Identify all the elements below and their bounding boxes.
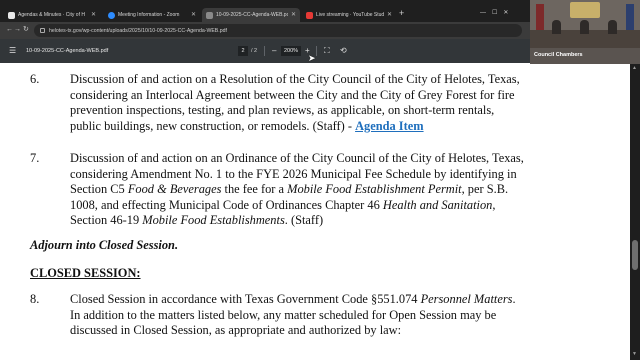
- tab-title: Meeting Information - Zoom: [118, 12, 180, 18]
- close-window-icon[interactable]: ✕: [503, 10, 508, 16]
- forward-icon[interactable]: →: [14, 25, 21, 35]
- mouse-cursor-icon: ➤: [308, 53, 316, 63]
- item-text-line: 1008, and effecting Municipal Code of Or…: [70, 198, 550, 214]
- council-member-figure: [580, 20, 589, 34]
- scrollbar-thumb[interactable]: [632, 240, 638, 270]
- council-member-figure: [608, 20, 617, 34]
- item-text-segment: , per S.B.: [461, 182, 509, 197]
- current-page-input[interactable]: 2: [238, 46, 248, 56]
- menu-icon[interactable]: ☰: [9, 46, 16, 56]
- item-text-line: considering Amendment No. 1 to the FYE 2…: [70, 166, 517, 181]
- item-text-line: Discussion of and action on an Ordinance…: [70, 151, 524, 165]
- minimize-icon[interactable]: —: [480, 10, 486, 16]
- toolbar-divider: [264, 46, 265, 56]
- tab-youtube-studio[interactable]: Live streaming · YouTube Stud ✕: [302, 8, 396, 22]
- item-text-line: discussed in Closed Session, as appropri…: [70, 323, 402, 338]
- toolbar-divider: [316, 46, 317, 56]
- close-icon[interactable]: ✕: [91, 12, 96, 18]
- council-member-figure: [552, 20, 561, 34]
- page-total: / 2: [251, 48, 258, 54]
- council-chambers-video[interactable]: Council Chambers: [530, 0, 640, 64]
- page-scrollbar-track[interactable]: [630, 64, 640, 360]
- city-favicon-icon: [8, 11, 15, 19]
- item-text-segment: Section C5: [70, 182, 128, 197]
- item-italic-text: Mobile Food Establishments: [142, 213, 285, 228]
- zoom-favicon-icon: [108, 11, 115, 19]
- rotate-icon[interactable]: ⟲: [340, 46, 347, 56]
- item-italic-text: Food & Beverages: [127, 182, 222, 197]
- agenda-item-7: Discussion of and action on an Ordinance…: [70, 151, 550, 229]
- back-icon[interactable]: ←: [6, 25, 13, 35]
- flag-icon: [536, 4, 544, 30]
- item-text-line: Closed Session in accordance with Texas …: [70, 292, 550, 308]
- zoom-out-icon[interactable]: –: [272, 46, 276, 56]
- flag-icon: [626, 4, 634, 30]
- item-italic-text: Health and Sanitation: [382, 197, 493, 212]
- reload-icon[interactable]: ↻: [23, 25, 29, 35]
- city-seal-image: [570, 2, 600, 18]
- tab-title: Agendas & Minutes · City of H: [18, 12, 85, 18]
- tab-agendas-minutes[interactable]: Agendas & Minutes · City of H ✕: [4, 8, 100, 22]
- tab-agenda-pdf[interactable]: 10-09-2025-CC-Agenda-WEB.pdf ✕: [202, 8, 300, 22]
- window-controls: — ☐ ✕: [480, 10, 508, 16]
- scroll-up-icon[interactable]: ▲: [632, 66, 637, 71]
- tab-title: 10-09-2025-CC-Agenda-WEB.pdf: [216, 12, 288, 18]
- item-text-segment: public buildings, new construction, or r…: [70, 118, 352, 133]
- item-text-line: Discussion of and action on a Resolution…: [70, 72, 520, 86]
- item-text-line: Section 46-19 Mobile Food Establishments…: [70, 213, 550, 229]
- item-text-segment: Closed Session in accordance with Texas …: [70, 292, 421, 306]
- item-text-segment: the fee for a: [221, 182, 288, 197]
- zoom-level-input[interactable]: 200%: [281, 46, 301, 56]
- url-text[interactable]: helotes-tx.gov/wp-content/uploads/2025/1…: [49, 28, 227, 34]
- close-icon[interactable]: ✕: [291, 12, 296, 18]
- item-number: 7.: [30, 151, 40, 165]
- item-text-line: prevention inspections, testing, and pla…: [70, 103, 495, 118]
- item-text-segment: Section 46-19: [70, 213, 143, 228]
- item-number: 6.: [30, 72, 40, 86]
- fit-page-icon[interactable]: ⛶: [324, 46, 330, 56]
- tab-zoom-meeting[interactable]: Meeting Information - Zoom ✕: [104, 8, 200, 22]
- adjourn-heading: Adjourn into Closed Session.: [30, 238, 179, 252]
- scroll-down-icon[interactable]: ▼: [632, 352, 637, 357]
- item-text-line: In addition to the matters listed below,…: [70, 307, 497, 322]
- item-text-segment: .: [512, 292, 516, 306]
- item-text-segment: ,: [492, 197, 496, 212]
- pdf-favicon-icon: [206, 11, 213, 19]
- item-text-segment: 1008, and effecting Municipal Code of Or…: [70, 197, 383, 212]
- agenda-item-link[interactable]: Agenda Item: [355, 119, 424, 133]
- tab-title: Live streaming · YouTube Stud: [316, 12, 384, 18]
- item-text-line: public buildings, new construction, or r…: [70, 119, 550, 135]
- item-italic-text: Mobile Food Establishment Permit: [287, 182, 462, 197]
- agenda-item-6: Discussion of and action on a Resolution…: [70, 72, 550, 134]
- closed-session-heading: CLOSED SESSION:: [30, 266, 141, 280]
- pdf-file-name: 10-09-2025-CC-Agenda-WEB.pdf: [26, 48, 109, 54]
- youtube-favicon-icon: [306, 11, 313, 19]
- item-number: 8.: [30, 292, 40, 306]
- close-icon[interactable]: ✕: [387, 12, 392, 18]
- maximize-icon[interactable]: ☐: [492, 10, 497, 16]
- item-text-line: considering an Interlocal Agreement betw…: [70, 87, 515, 102]
- url-field[interactable]: helotes-tx.gov/wp-content/uploads/2025/1…: [34, 24, 522, 37]
- agenda-item-8: Closed Session in accordance with Texas …: [70, 292, 550, 339]
- browser-tab-strip: Agendas & Minutes · City of H ✕ Meeting …: [0, 0, 530, 22]
- new-tab-icon[interactable]: +: [399, 9, 404, 18]
- address-bar: ← → ↻ helotes-tx.gov/wp-content/uploads/…: [0, 22, 530, 39]
- pdf-page: 6. Discussion of and action on a Resolut…: [0, 64, 630, 360]
- video-label: Council Chambers: [534, 52, 583, 58]
- item-italic-text: Personnel Matters: [420, 292, 513, 306]
- pdf-toolbar: ☰ 10-09-2025-CC-Agenda-WEB.pdf 2 / 2 – 2…: [0, 39, 530, 63]
- item-text-segment: . (Staff): [284, 213, 324, 228]
- site-info-icon[interactable]: [40, 28, 45, 33]
- close-icon[interactable]: ✕: [191, 12, 196, 18]
- item-text-line: Section C5 Food & Beverages the fee for …: [70, 182, 550, 198]
